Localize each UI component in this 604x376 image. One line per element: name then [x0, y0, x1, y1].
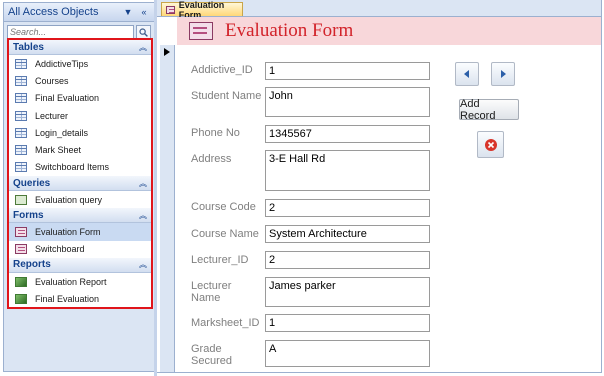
- nav-item-table[interactable]: Mark Sheet: [7, 141, 153, 159]
- field-label: Course Code: [191, 201, 256, 213]
- nav-item-table[interactable]: Courses: [7, 72, 153, 90]
- chevron-up-icon[interactable]: ︽: [139, 42, 147, 53]
- field-label: Marksheet_ID: [191, 317, 260, 329]
- record-selector[interactable]: [160, 45, 175, 372]
- nav-item-query[interactable]: Evaluation query: [7, 191, 153, 209]
- chevron-up-icon[interactable]: ︽: [139, 178, 147, 189]
- table-icon: [15, 162, 27, 173]
- form-icon: [189, 22, 213, 40]
- field-label: Addictive_ID: [191, 64, 253, 76]
- field-lecturer-name[interactable]: James parker: [265, 277, 430, 307]
- query-icon: [15, 194, 27, 205]
- group-header-reports[interactable]: Reports ︽: [7, 257, 153, 273]
- form-title: Evaluation Form: [225, 20, 354, 41]
- table-icon: [15, 93, 27, 104]
- chevron-up-icon[interactable]: ︽: [139, 259, 147, 270]
- table-icon: [15, 58, 27, 69]
- nav-item-table[interactable]: AddictiveTips: [7, 55, 153, 73]
- nav-item-table[interactable]: Login_details: [7, 124, 153, 142]
- nav-item-label: Evaluation Report: [35, 276, 107, 287]
- nav-item-label: Lecturer: [35, 110, 69, 121]
- field-label: Address: [191, 153, 232, 165]
- search-icon[interactable]: [136, 24, 151, 40]
- document-area: Evaluation Form Evaluation Form Addictiv…: [157, 0, 602, 373]
- nav-item-label: Evaluation Form: [35, 227, 101, 238]
- group-label: Tables: [13, 41, 44, 53]
- field-lecturer-id[interactable]: 2: [265, 251, 430, 269]
- form-header: Evaluation Form: [177, 17, 601, 45]
- field-label: Lecturer_ID: [191, 254, 249, 266]
- nav-pane-title[interactable]: All Access Objects: [8, 6, 122, 18]
- arrow-left-icon: [464, 70, 469, 78]
- nav-item-label: Final Evaluation: [35, 93, 100, 104]
- field-student-name[interactable]: John: [265, 87, 430, 117]
- field-marksheet-id[interactable]: 1: [265, 314, 430, 332]
- search-input[interactable]: [7, 25, 134, 39]
- navigation-pane: All Access Objects ▼ « Tables ︽ Addictiv…: [3, 2, 155, 372]
- field-label: Course Name: [191, 228, 259, 240]
- nav-item-report[interactable]: Final Evaluation: [7, 290, 153, 308]
- form-icon: [166, 5, 175, 14]
- nav-item-form-selected[interactable]: Evaluation Form: [7, 223, 153, 241]
- field-label: Student Name: [191, 90, 262, 102]
- nav-item-table[interactable]: Final Evaluation: [7, 89, 153, 107]
- nav-item-label: Evaluation query: [35, 194, 103, 205]
- report-icon: [15, 293, 27, 304]
- collapse-pane-icon[interactable]: «: [138, 7, 150, 17]
- previous-record-button[interactable]: [455, 62, 479, 86]
- form-icon: [15, 244, 27, 255]
- nav-item-table[interactable]: Switchboard Items: [7, 158, 153, 177]
- nav-pane-header[interactable]: All Access Objects ▼ «: [4, 3, 154, 22]
- field-course-name[interactable]: System Architecture: [265, 225, 430, 243]
- field-label: Phone No: [191, 127, 240, 139]
- group-header-forms[interactable]: Forms ︽: [7, 208, 153, 224]
- group-header-tables[interactable]: Tables ︽: [7, 40, 153, 55]
- group-header-queries[interactable]: Queries ︽: [7, 176, 153, 192]
- tab-evaluation-form[interactable]: Evaluation Form: [161, 0, 243, 20]
- search-row: [4, 22, 154, 42]
- field-label: Lecturer Name: [191, 280, 232, 304]
- nav-item-label: Courses: [35, 75, 69, 86]
- table-icon: [15, 110, 27, 121]
- add-record-button[interactable]: Add Record: [459, 98, 519, 122]
- chevron-down-icon[interactable]: ▼: [122, 7, 134, 17]
- nav-item-label: Login_details: [35, 127, 89, 138]
- chevron-up-icon[interactable]: ︽: [139, 210, 147, 221]
- group-label: Forms: [13, 209, 44, 221]
- nav-item-table[interactable]: Lecturer: [7, 106, 153, 125]
- nav-item-label: Switchboard Items: [35, 162, 110, 173]
- nav-item-label: Mark Sheet: [35, 145, 82, 156]
- report-icon: [15, 276, 27, 287]
- group-label: Queries: [13, 177, 51, 189]
- nav-item-label: Final Evaluation: [35, 293, 100, 304]
- group-label: Reports: [13, 259, 51, 271]
- field-grade-secured[interactable]: A: [265, 340, 430, 367]
- nav-item-label: Switchboard: [35, 244, 85, 255]
- table-icon: [15, 75, 27, 86]
- document-tabstrip: Evaluation Form: [157, 0, 601, 20]
- nav-item-report[interactable]: Evaluation Report: [7, 272, 153, 291]
- field-address[interactable]: 3-E Hall Rd: [265, 150, 430, 191]
- nav-groups: Tables ︽ AddictiveTips Courses Final Eva…: [7, 40, 153, 308]
- field-phone-no[interactable]: 1345567: [265, 125, 430, 143]
- table-icon: [15, 145, 27, 156]
- arrow-right-icon: [501, 70, 506, 78]
- field-label: Grade Secured: [191, 343, 232, 367]
- nav-item-form[interactable]: Switchboard: [7, 240, 153, 258]
- delete-icon: [484, 138, 497, 151]
- current-record-arrow-icon: [164, 48, 170, 56]
- table-icon: [15, 127, 27, 138]
- next-record-button[interactable]: [491, 62, 515, 86]
- delete-record-button[interactable]: [477, 131, 504, 158]
- field-addictive-id[interactable]: 1: [265, 62, 430, 80]
- nav-item-label: AddictiveTips: [35, 58, 89, 69]
- form-icon: [15, 227, 27, 238]
- field-course-code[interactable]: 2: [265, 199, 430, 217]
